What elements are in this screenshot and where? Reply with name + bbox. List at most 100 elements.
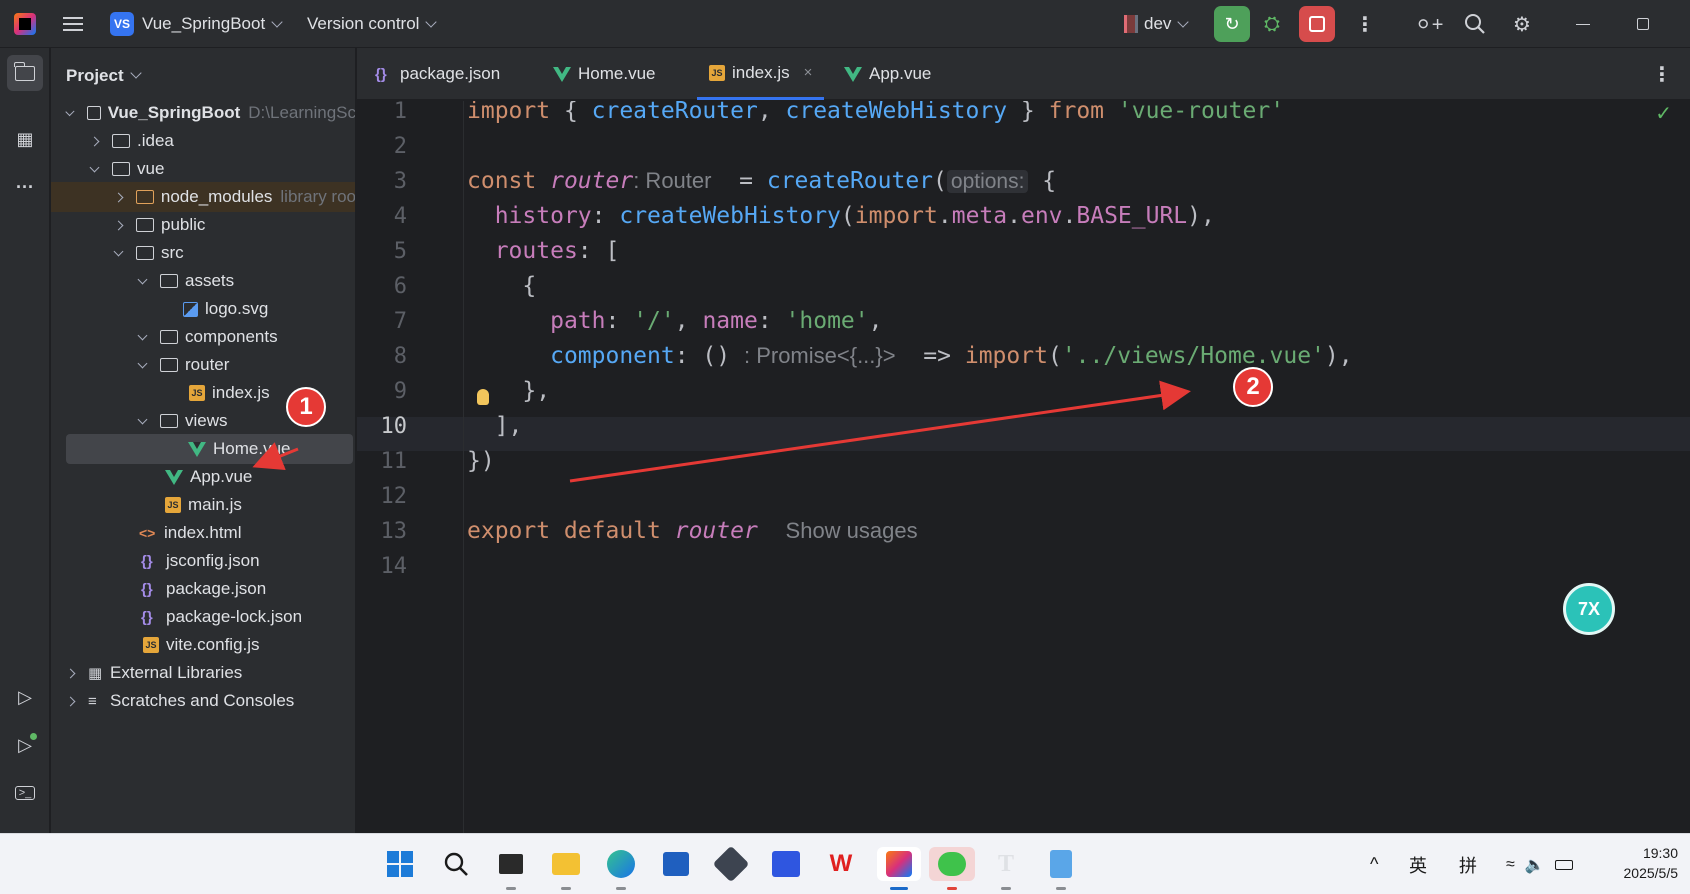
notepad-button[interactable] (1044, 847, 1078, 890)
minimize-button[interactable] (1576, 0, 1590, 48)
typora-button[interactable]: T (989, 847, 1023, 890)
json-file-icon: {} (141, 552, 153, 570)
structure-tool-button[interactable]: ▦ (7, 121, 43, 157)
current-line-highlight (357, 417, 1690, 451)
tree-item-home-vue[interactable]: Home.vue (66, 434, 353, 464)
tab-label: App.vue (869, 64, 932, 83)
tree-item-scratches[interactable]: ≡ Scratches and Consoles (51, 686, 355, 716)
terminal-tool-button[interactable]: >_ (7, 775, 43, 811)
tree-item-src[interactable]: src (51, 238, 355, 268)
rerun-button[interactable]: ↻ (1214, 0, 1250, 48)
services-tool-button[interactable]: ▷ (7, 679, 43, 715)
tree-item-label: Vue_SpringBoot (107, 103, 241, 122)
tree-item-label: .idea (137, 131, 174, 150)
line-number: 1 (393, 101, 407, 124)
tree-item-components[interactable]: components (51, 322, 355, 352)
tree-item-label: Home.vue (213, 439, 291, 458)
line-number: 5 (393, 239, 407, 264)
tree-item-idea[interactable]: .idea (51, 126, 355, 156)
tree-item-vite-config-js[interactable]: JS vite.config.js (51, 630, 355, 660)
line-number: 13 (380, 519, 408, 544)
system-clock[interactable]: 19:30 2025/5/5 (1624, 843, 1679, 883)
tree-item-public[interactable]: public (51, 210, 355, 240)
show-usages-link[interactable]: Show usages (786, 518, 918, 543)
tree-item-label: components (185, 327, 278, 346)
tree-item-app-vue[interactable]: App.vue (51, 462, 355, 492)
tree-item-index-html[interactable]: <> index.html (51, 518, 355, 548)
code-editor[interactable]: 1 2 3 4 5 6 7 8 9 10 11 12 13 14 ✓ impor… (357, 101, 1690, 833)
type-inlay-hint: : Promise<{...}> (743, 343, 896, 368)
tree-item-label: index.html (164, 523, 242, 542)
branch-selector[interactable]: dev (1124, 0, 1190, 48)
file-explorer-button[interactable] (549, 847, 583, 890)
tree-item-main-js[interactable]: JS main.js (51, 490, 355, 520)
tree-item-router[interactable]: router (51, 350, 355, 380)
intellij-taskbar-button[interactable] (877, 847, 921, 890)
tree-item-label: package-lock.json (166, 607, 303, 626)
store-button[interactable] (659, 847, 693, 881)
tree-item-label: router (185, 355, 230, 374)
clock-date: 2025/5/5 (1623, 865, 1679, 881)
maximize-button[interactable] (1637, 0, 1649, 48)
more-tools-button[interactable]: ··· (7, 169, 43, 205)
tree-item-vue[interactable]: vue (51, 154, 355, 184)
start-button[interactable] (383, 847, 417, 881)
tree-item-assets[interactable]: assets (51, 266, 355, 296)
code-line-1: import { createRouter, createWebHistory … (467, 101, 1285, 124)
project-tool-button[interactable] (7, 55, 43, 91)
run-tool-button[interactable]: ▷ (7, 727, 43, 763)
search-everywhere-button[interactable] (1464, 0, 1486, 48)
main-menu-button[interactable] (63, 0, 83, 48)
tree-item-external-libraries[interactable]: ▦ External Libraries (51, 658, 355, 688)
tree-item-logo-svg[interactable]: logo.svg (51, 294, 355, 324)
wps-button[interactable]: W (824, 847, 858, 881)
js-file-icon: JS (189, 385, 205, 401)
ime-mode-button[interactable]: 拼 (1459, 834, 1477, 894)
tab-package-json[interactable]: {} package.json (375, 48, 500, 100)
tree-item-node-modules[interactable]: node_modules library roo (51, 182, 355, 212)
vue-file-icon (553, 66, 571, 82)
close-icon[interactable]: × (804, 64, 813, 81)
line-number: 7 (393, 309, 407, 334)
tree-item-label: node_modules (160, 187, 273, 206)
more-actions-button[interactable]: ⋮ (1355, 0, 1375, 48)
tree-item-package-lock-json[interactable]: {} package-lock.json (51, 602, 355, 632)
app-3d-button[interactable] (712, 845, 750, 883)
tree-item-label: Scratches and Consoles (110, 691, 295, 710)
tree-item-package-json[interactable]: {} package.json (51, 574, 355, 604)
library-icon: ▦ (88, 665, 103, 682)
tree-item-vue-springboot[interactable]: Vue_SpringBoot D:\LearningSc (51, 98, 355, 128)
edge-button[interactable] (604, 847, 638, 890)
tray-overflow-button[interactable]: ^ (1370, 834, 1378, 894)
project-panel-header[interactable]: Project (51, 48, 355, 103)
version-control-menu[interactable]: Version control (307, 0, 438, 48)
tab-options-button[interactable]: ⋮ (1652, 48, 1672, 100)
code-line-3: const router: Router = createRouter(opti… (467, 168, 1057, 194)
tree-item-jsconfig-json[interactable]: {} jsconfig.json (51, 546, 355, 576)
tab-index-js[interactable]: JS index.js × (697, 48, 825, 100)
ime-language-button[interactable]: 英 (1409, 834, 1427, 894)
code-with-me-button[interactable]: ⚪+ (1415, 0, 1443, 48)
type-inlay-hint: : Router (633, 168, 712, 193)
stop-button[interactable] (1299, 0, 1335, 48)
project-switcher[interactable]: VS Vue_SpringBoot (110, 0, 283, 48)
taskbar-search-button[interactable] (439, 847, 473, 881)
no-problems-check-icon[interactable]: ✓ (1655, 101, 1672, 126)
tab-home-vue[interactable]: Home.vue (553, 48, 655, 100)
intellij-logo-icon[interactable] (14, 0, 36, 48)
wechat-button[interactable] (929, 847, 975, 890)
network-volume-battery-button[interactable]: ≈ 🔈 (1506, 834, 1573, 894)
debug-button[interactable]: ⛭ (1264, 0, 1280, 48)
notepad-icon (1050, 850, 1072, 878)
settings-button[interactable]: ⚙ (1513, 0, 1531, 48)
assistant-mascot-icon[interactable]: 7X (1563, 583, 1615, 635)
code-line-4: history: createWebHistory(import.meta.en… (494, 203, 1215, 229)
task-view-button[interactable] (494, 847, 528, 890)
expand-arrow-icon (137, 274, 148, 284)
app-blue-button[interactable] (769, 847, 803, 881)
minimize-icon (1576, 23, 1590, 25)
gear-icon: ⚙ (1513, 13, 1531, 36)
html-file-icon: <> (139, 525, 156, 541)
line-number: 6 (393, 274, 407, 299)
tab-app-vue[interactable]: App.vue (844, 48, 931, 100)
